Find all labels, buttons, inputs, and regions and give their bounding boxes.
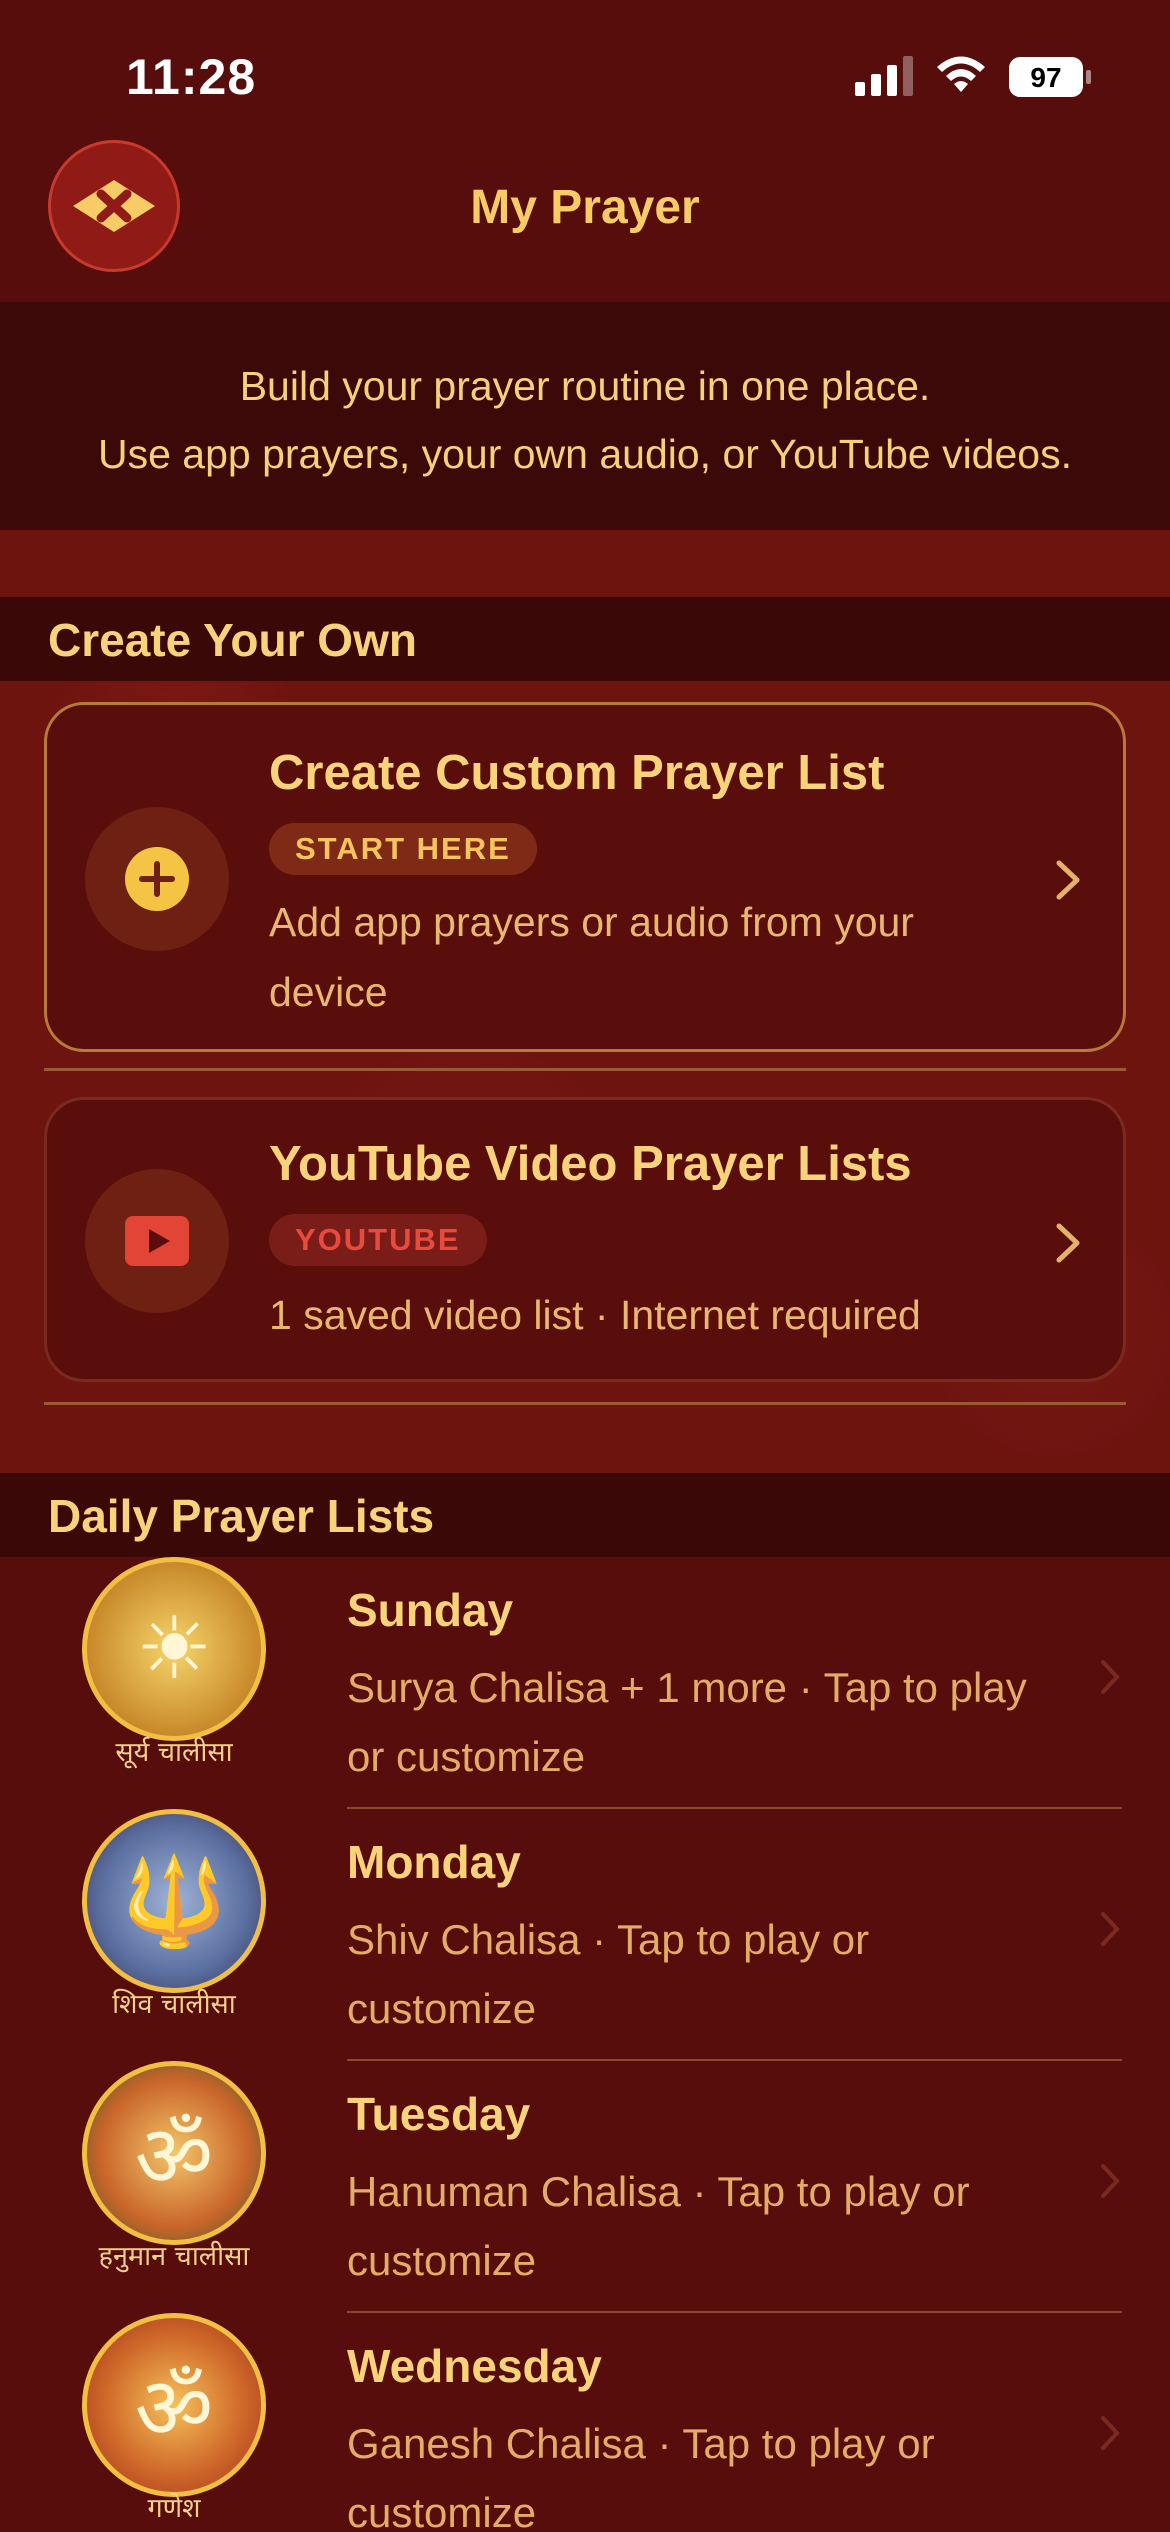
day-description: Ganesh Chalisa · Tap to play or customiz… bbox=[347, 2420, 935, 2532]
wifi-icon bbox=[937, 56, 985, 92]
day-description: Hanuman Chalisa · Tap to play or customi… bbox=[347, 2168, 970, 2284]
daily-prayer-list: ☀ सूर्य चालीसा Sunday Surya Chalisa + 1 … bbox=[0, 1557, 1170, 2532]
avatar-container: ॐ गणेश bbox=[82, 2313, 266, 2525]
list-item-monday[interactable]: 🔱 शिव चालीसा Monday Shiv Chalisa · Tap t… bbox=[0, 1809, 1170, 2061]
battery-icon: 97 bbox=[1009, 57, 1091, 97]
avatar-caption: हनुमान चालीसा bbox=[98, 2241, 250, 2272]
avatar: 🔱 bbox=[82, 1809, 266, 1993]
youtube-play-icon bbox=[125, 1216, 189, 1266]
card-description: 1 saved video list · Internet required bbox=[269, 1292, 921, 1338]
avatar: ॐ bbox=[82, 2061, 266, 2245]
section-title: Create Your Own bbox=[48, 614, 417, 666]
create-custom-list-card[interactable]: Create Custom Prayer List START HERE Add… bbox=[44, 702, 1126, 1052]
divider bbox=[44, 1402, 1126, 1405]
avatar: ☀ bbox=[82, 1557, 266, 1741]
page-title: My Prayer bbox=[470, 181, 700, 234]
chevron-right-icon bbox=[1101, 1660, 1120, 1694]
chevron-right-icon bbox=[1101, 1912, 1120, 1946]
section-header-create-own: Create Your Own bbox=[0, 597, 1170, 681]
divider bbox=[44, 1068, 1126, 1071]
chevron-right-icon bbox=[1101, 2416, 1120, 2450]
battery-level: 97 bbox=[1030, 62, 1061, 93]
avatar-caption: गणेश bbox=[147, 2493, 201, 2524]
card-title: Create Custom Prayer List bbox=[269, 746, 885, 800]
list-item-sunday[interactable]: ☀ सूर्य चालीसा Sunday Surya Chalisa + 1 … bbox=[0, 1557, 1170, 1809]
avatar: ॐ bbox=[82, 2313, 266, 2497]
intro-line-1: Build your prayer routine in one place. bbox=[239, 363, 931, 409]
card-description: Add app prayers or audio from your devic… bbox=[269, 899, 914, 1015]
day-description: Shiv Chalisa · Tap to play or customize bbox=[347, 1916, 870, 2032]
intro-banner: Build your prayer routine in one place. … bbox=[0, 302, 1170, 530]
avatar-caption: शिव चालीसा bbox=[112, 1989, 236, 2020]
plus-icon-container bbox=[85, 807, 229, 951]
chevron-right-icon bbox=[1056, 1223, 1080, 1263]
section-title: Daily Prayer Lists bbox=[48, 1490, 435, 1542]
avatar-caption: सूर्य चालीसा bbox=[115, 1737, 233, 1768]
list-item-tuesday[interactable]: ॐ हनुमान चालीसा Tuesday Hanuman Chalisa … bbox=[0, 2061, 1170, 2313]
youtube-icon-container bbox=[85, 1169, 229, 1313]
card-title: YouTube Video Prayer Lists bbox=[269, 1137, 912, 1191]
youtube-badge: YOUTUBE bbox=[269, 1214, 487, 1266]
start-here-badge: START HERE bbox=[269, 823, 537, 875]
status-bar: 11:28 97 bbox=[0, 0, 1170, 140]
avatar-container: 🔱 शिव चालीसा bbox=[82, 1809, 266, 2021]
section-header-daily: Daily Prayer Lists bbox=[0, 1473, 1170, 1557]
sun-deity-icon: ☀ bbox=[135, 1601, 213, 1697]
om-icon: ॐ bbox=[134, 2360, 214, 2457]
list-item-wednesday[interactable]: ॐ गणेश Wednesday Ganesh Chalisa · Tap to… bbox=[0, 2313, 1170, 2532]
day-title: Wednesday bbox=[347, 2340, 602, 2392]
cellular-signal-icon bbox=[855, 56, 913, 96]
intro-line-2: Use app prayers, your own audio, or YouT… bbox=[98, 431, 1072, 477]
plus-circle-icon bbox=[125, 847, 189, 911]
day-description: Surya Chalisa + 1 more · Tap to play or … bbox=[347, 1664, 1027, 1780]
day-title: Monday bbox=[347, 1836, 521, 1888]
avatar-container: ☀ सूर्य चालीसा bbox=[82, 1557, 266, 1769]
youtube-lists-card[interactable]: YouTube Video Prayer Lists YOUTUBE 1 sav… bbox=[44, 1097, 1126, 1382]
day-title: Tuesday bbox=[347, 2088, 531, 2140]
trident-icon: 🔱 bbox=[120, 1853, 228, 1950]
avatar-container: ॐ हनुमान चालीसा bbox=[82, 2061, 266, 2273]
om-icon: ॐ bbox=[134, 2108, 214, 2205]
status-time: 11:28 bbox=[126, 49, 257, 105]
nav-bar: My Prayer bbox=[0, 140, 1170, 302]
chevron-right-icon bbox=[1101, 2164, 1120, 2198]
chevron-right-icon bbox=[1056, 860, 1080, 900]
day-title: Sunday bbox=[347, 1584, 514, 1636]
